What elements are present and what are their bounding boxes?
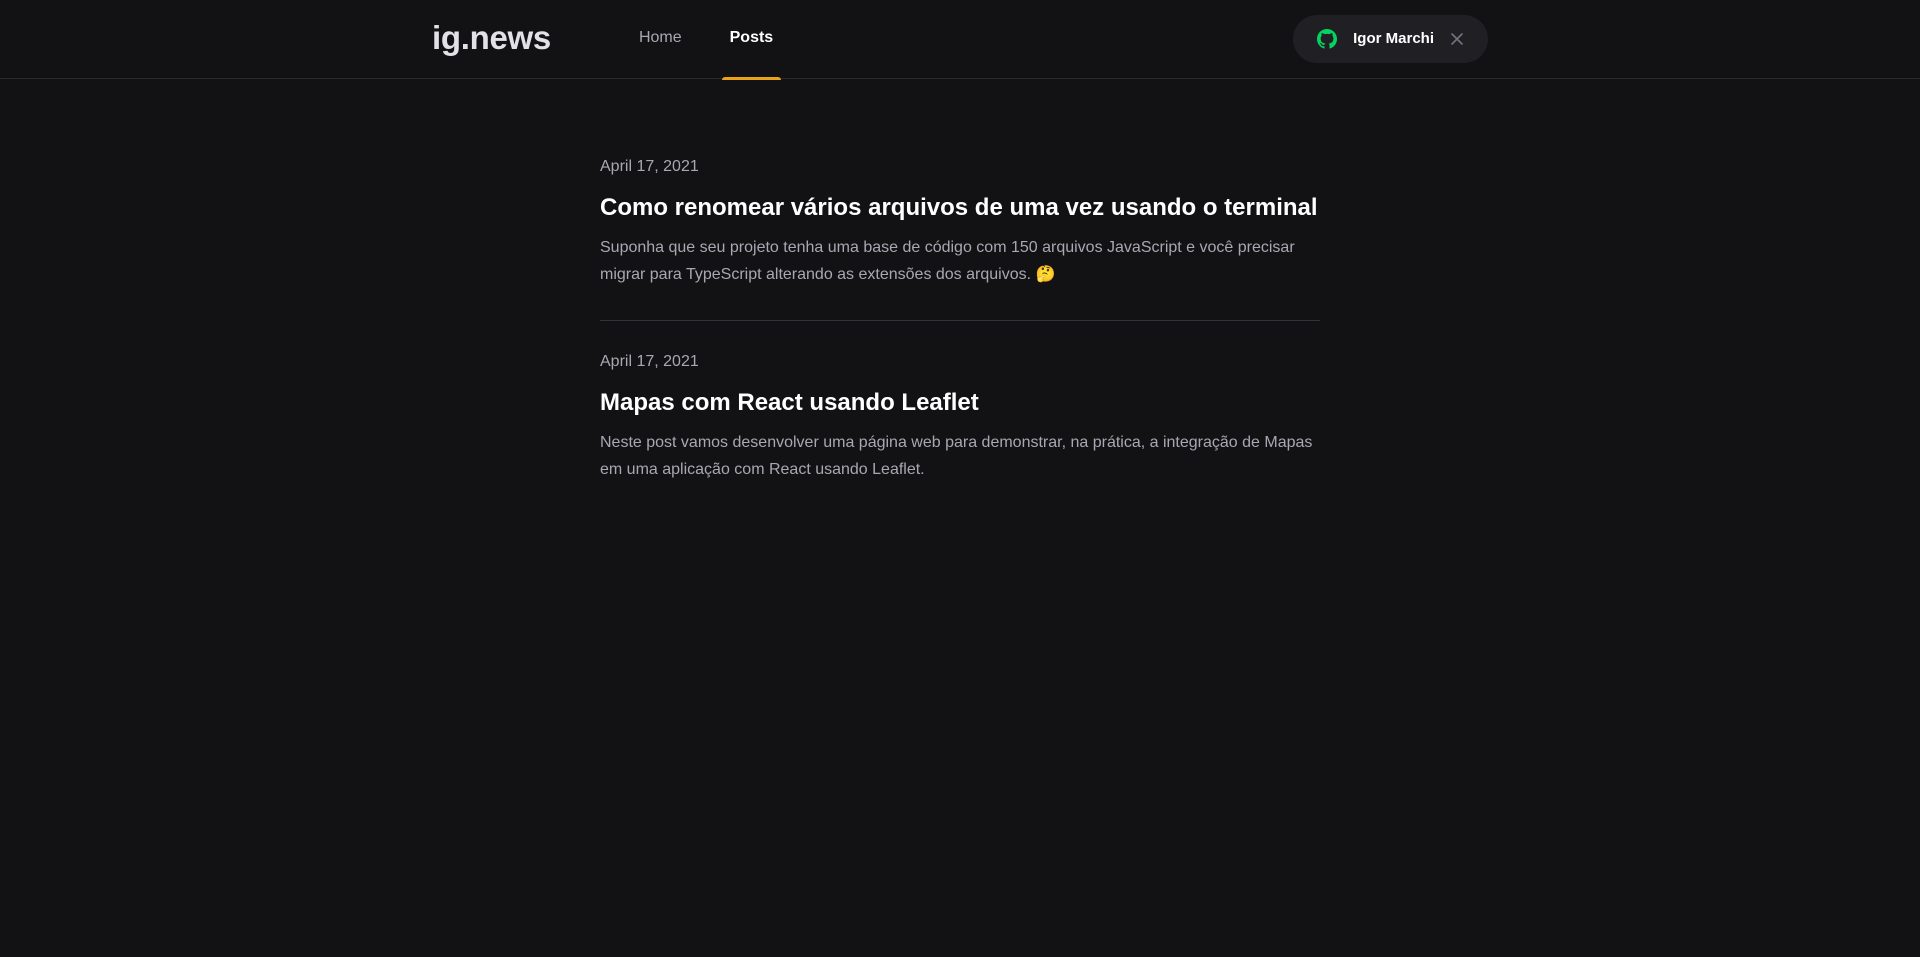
user-name: Igor Marchi xyxy=(1353,30,1434,47)
main-nav: Home Posts xyxy=(631,0,813,80)
site-logo[interactable]: ig.news xyxy=(432,19,551,57)
nav-item-posts[interactable]: Posts xyxy=(721,0,782,80)
close-icon[interactable] xyxy=(1450,32,1464,46)
post-title[interactable]: Mapas com React usando Leaflet xyxy=(600,389,1320,417)
site-header: ig.news Home Posts Igor Marchi xyxy=(0,0,1920,80)
header-container: ig.news Home Posts Igor Marchi xyxy=(432,0,1488,80)
nav-item-home[interactable]: Home xyxy=(631,0,690,79)
post-excerpt: Neste post vamos desenvolver uma página … xyxy=(600,434,1313,478)
post-divider xyxy=(600,320,1320,321)
post-excerpt: Suponha que seu projeto tenha uma base d… xyxy=(600,239,1295,283)
post-date: April 17, 2021 xyxy=(600,353,699,370)
post-item[interactable]: April 17, 2021 Mapas com React usando Le… xyxy=(600,353,1320,515)
post-title[interactable]: Como renomear vários arquivos de uma vez… xyxy=(600,194,1320,222)
post-item[interactable]: April 17, 2021 Como renomear vários arqu… xyxy=(600,158,1320,320)
post-date: April 17, 2021 xyxy=(600,158,699,175)
github-icon xyxy=(1317,28,1338,49)
github-user-button[interactable]: Igor Marchi xyxy=(1293,14,1488,63)
posts-list: April 17, 2021 Como renomear vários arqu… xyxy=(600,79,1320,515)
